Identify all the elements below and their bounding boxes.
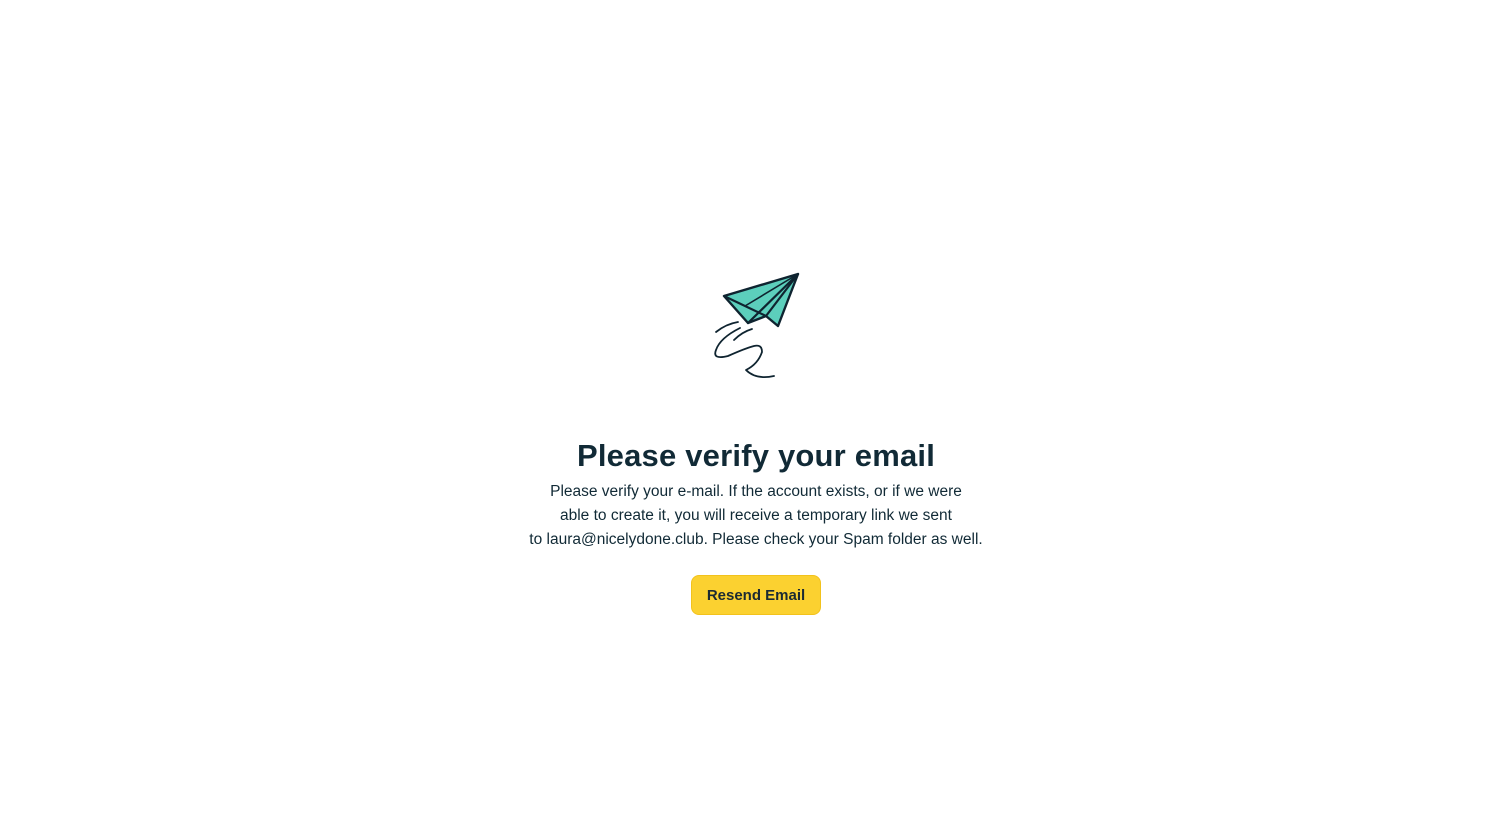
page-title: Please verify your email (576, 438, 936, 473)
verify-message-line-3: to laura@nicelydone.club. Please check y… (529, 531, 983, 548)
verify-message-line-2: able to create it, you will receive a te… (560, 507, 952, 524)
resend-email-button[interactable]: Resend Email (691, 575, 821, 615)
paper-plane-icon (714, 272, 800, 379)
verify-message-line-1: Please verify your e-mail. If the accoun… (550, 483, 962, 500)
verify-message: Please verify your e-mail. If the accoun… (520, 480, 992, 552)
paper-plane-illustration (700, 266, 810, 386)
